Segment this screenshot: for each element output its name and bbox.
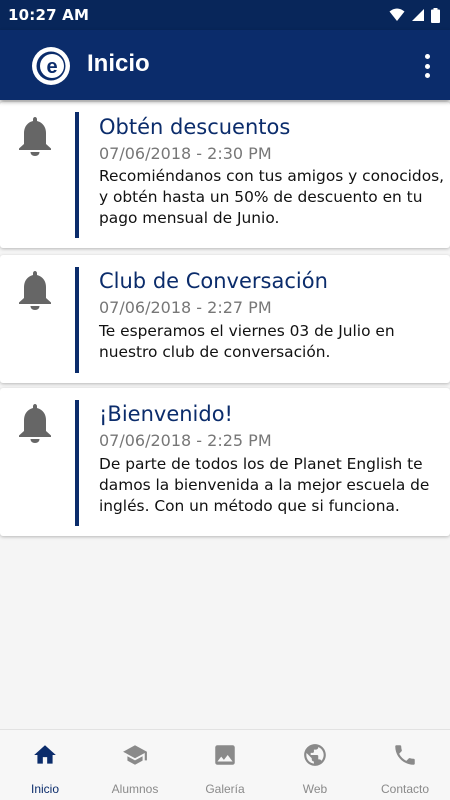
notification-date: 07/06/2018 - 2:25 PM	[99, 431, 272, 450]
globe-icon	[304, 744, 326, 766]
card-accent-bar	[75, 112, 79, 238]
cellular-signal-icon	[412, 9, 424, 21]
nav-item-inicio[interactable]: Inicio	[0, 730, 90, 800]
nav-label: Web	[302, 782, 328, 796]
status-icons	[389, 7, 440, 23]
nav-item-alumnos[interactable]: Alumnos	[90, 730, 180, 800]
nav-item-contacto[interactable]: Contacto	[360, 730, 450, 800]
bottom-navigation: Inicio Alumnos Galería Web Contacto	[0, 729, 450, 800]
nav-item-galeria[interactable]: Galería	[180, 730, 270, 800]
home-icon	[34, 745, 56, 764]
overflow-dot	[424, 63, 430, 69]
school-icon	[123, 745, 147, 765]
app-logo-icon: e	[32, 47, 70, 85]
image-icon	[215, 745, 235, 765]
nav-label: Alumnos	[111, 782, 159, 796]
notification-date: 07/06/2018 - 2:30 PM	[99, 144, 272, 163]
notification-card[interactable]: Obtén descuentos 07/06/2018 - 2:30 PM Re…	[0, 102, 450, 248]
notification-card[interactable]: ¡Bienvenido! 07/06/2018 - 2:25 PM De par…	[0, 388, 450, 536]
app-bar: e Inicio	[0, 30, 450, 100]
phone-icon	[395, 745, 415, 765]
status-bar: 10:27 AM	[0, 0, 450, 30]
overflow-dot	[424, 73, 430, 78]
wifi-icon	[389, 8, 405, 21]
status-time: 10:27 AM	[8, 6, 90, 24]
notification-title: Club de Conversación	[99, 269, 328, 293]
notification-title: Obtén descuentos	[99, 115, 291, 139]
bell-icon	[19, 271, 51, 310]
notification-body: Recomiéndanos con tus amigos y conocidos…	[99, 167, 445, 227]
svg-text:e: e	[46, 56, 57, 78]
page-title: Inicio	[87, 50, 150, 77]
bell-icon	[19, 404, 51, 443]
nav-label: Contacto	[380, 782, 430, 796]
overflow-menu-button[interactable]	[420, 52, 434, 80]
notification-body: De parte de todos los de Planet English …	[99, 455, 430, 515]
battery-icon	[431, 7, 440, 23]
notification-body: Te esperamos el viernes 03 de Julio en n…	[99, 322, 395, 361]
nav-item-web[interactable]: Web	[270, 730, 360, 800]
card-accent-bar	[75, 267, 79, 373]
card-accent-bar	[75, 400, 79, 526]
bell-icon	[19, 117, 51, 156]
notification-date: 07/06/2018 - 2:27 PM	[99, 298, 272, 317]
notification-card[interactable]: Club de Conversación 07/06/2018 - 2:27 P…	[0, 255, 450, 383]
nav-label: Galería	[205, 782, 245, 796]
notification-title: ¡Bienvenido!	[99, 402, 233, 426]
overflow-dot	[424, 54, 430, 59]
nav-label: Inicio	[30, 782, 59, 796]
